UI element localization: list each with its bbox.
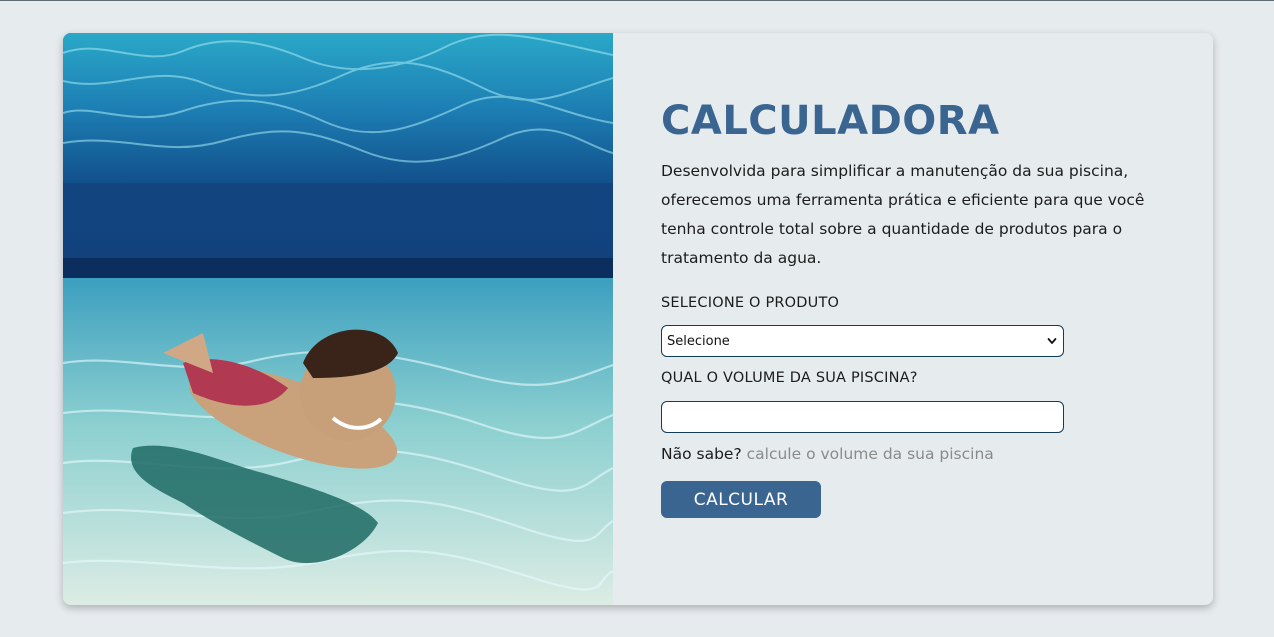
calculator-form: CALCULADORA Desenvolvida para simplifica… [613,33,1213,605]
volume-label: QUAL O VOLUME DA SUA PISCINA? [661,370,918,386]
volume-input[interactable] [661,401,1064,433]
help-prefix: Não sabe? [661,445,742,463]
description: Desenvolvida para simplificar a manutenç… [661,162,1145,267]
product-label: SELECIONE O PRODUTO [661,295,840,311]
product-select[interactable]: Selecione [661,325,1064,357]
calculator-card: CALCULADORA Desenvolvida para simplifica… [63,33,1213,605]
volume-help: Não sabe? calcule o volume da sua piscin… [661,445,1213,463]
pool-illustration [63,33,613,605]
calculate-button[interactable]: CALCULAR [661,481,821,518]
volume-calculator-link[interactable]: calcule o volume da sua piscina [747,445,994,463]
page-title: CALCULADORA [661,98,1000,144]
pool-photo [63,33,613,605]
chevron-down-icon [1047,338,1057,344]
product-select-value: Selecione [667,333,730,349]
